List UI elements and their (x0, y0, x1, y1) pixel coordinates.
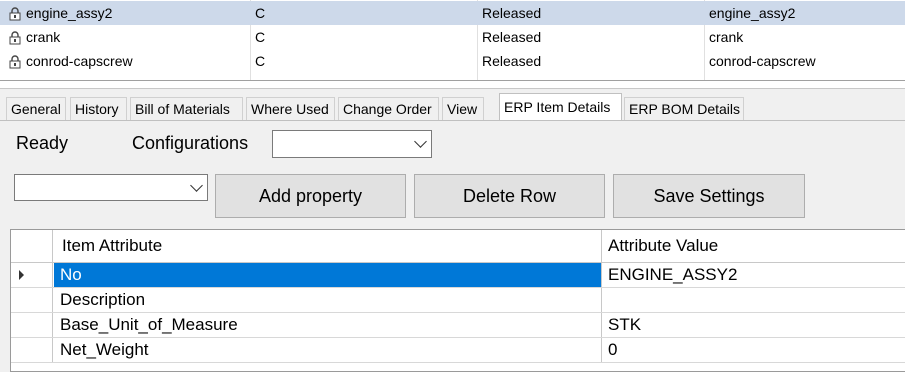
row-header[interactable] (11, 263, 53, 287)
table-row[interactable]: No ENGINE_ASSY2 (11, 263, 905, 288)
tab-general[interactable]: General (6, 97, 66, 120)
value-cell[interactable]: 0 (602, 338, 905, 362)
attribute-cell[interactable]: Description (54, 288, 602, 312)
row-header-corner (11, 230, 53, 262)
tab-erp-item-details[interactable]: ERP Item Details (499, 93, 622, 121)
row-pointer-icon (19, 270, 24, 280)
row-header[interactable] (11, 288, 53, 312)
status-label: Ready (16, 133, 69, 153)
tab-erp-bom-details[interactable]: ERP BOM Details (624, 97, 744, 120)
table-row[interactable]: Base_Unit_of_Measure STK (11, 313, 905, 338)
item-name: conrod-capscrew (26, 53, 133, 69)
value-cell[interactable]: ENGINE_ASSY2 (602, 263, 905, 287)
delete-row-button[interactable]: Delete Row (414, 174, 605, 218)
row-header[interactable] (11, 313, 53, 337)
list-item[interactable]: conrod-capscrew C Released conrod-capscr… (0, 49, 905, 73)
value-cell[interactable]: STK (602, 313, 905, 337)
tab-change-order[interactable]: Change Order (338, 97, 439, 120)
tab-bill-of-materials[interactable]: Bill of Materials (130, 97, 243, 120)
list-item[interactable]: crank C Released crank (0, 25, 905, 49)
lock-icon (9, 7, 21, 21)
item-list: engine_assy2 C Released engine_assy2 cra… (0, 0, 905, 81)
item-name: engine_assy2 (26, 5, 113, 21)
erp-item-details-panel: Ready Configurations Add property Delete… (0, 121, 905, 372)
value-cell[interactable] (602, 288, 905, 312)
row-header[interactable] (11, 338, 53, 362)
column-header-item-attribute[interactable]: Item Attribute (54, 230, 602, 262)
item-state: Released (482, 53, 542, 69)
configurations-dropdown[interactable] (272, 130, 432, 158)
property-dropdown[interactable] (14, 174, 208, 201)
tab-bar: General History Bill of Materials Where … (0, 88, 905, 121)
table-row[interactable]: Net_Weight 0 (11, 338, 905, 363)
attribute-cell[interactable]: Net_Weight (54, 338, 602, 362)
item-state: Released (482, 29, 542, 45)
grid-header: Item Attribute Attribute Value (11, 230, 905, 263)
tab-history[interactable]: History (70, 97, 127, 120)
attribute-grid: Item Attribute Attribute Value No ENGINE… (10, 229, 905, 372)
item-name: crank (26, 29, 61, 45)
item-number: crank (709, 29, 744, 45)
configurations-label: Configurations (132, 133, 249, 153)
tab-view[interactable]: View (442, 97, 484, 120)
add-property-button[interactable]: Add property (215, 174, 406, 218)
save-settings-button[interactable]: Save Settings (613, 174, 805, 218)
list-item[interactable]: engine_assy2 C Released engine_assy2 (0, 1, 905, 25)
attribute-cell[interactable]: Base_Unit_of_Measure (54, 313, 602, 337)
item-revision: C (255, 5, 266, 21)
chevron-down-icon (190, 178, 203, 192)
table-row[interactable]: Description (11, 288, 905, 313)
attribute-cell[interactable]: No (54, 263, 602, 287)
item-revision: C (255, 53, 266, 69)
item-number: conrod-capscrew (709, 53, 816, 69)
item-state: Released (482, 5, 542, 21)
tab-where-used[interactable]: Where Used (246, 97, 335, 120)
lock-icon (9, 55, 21, 69)
item-number: engine_assy2 (709, 5, 796, 21)
lock-icon (9, 31, 21, 45)
chevron-down-icon (414, 135, 427, 148)
item-revision: C (255, 29, 266, 45)
column-header-attribute-value[interactable]: Attribute Value (602, 230, 905, 262)
